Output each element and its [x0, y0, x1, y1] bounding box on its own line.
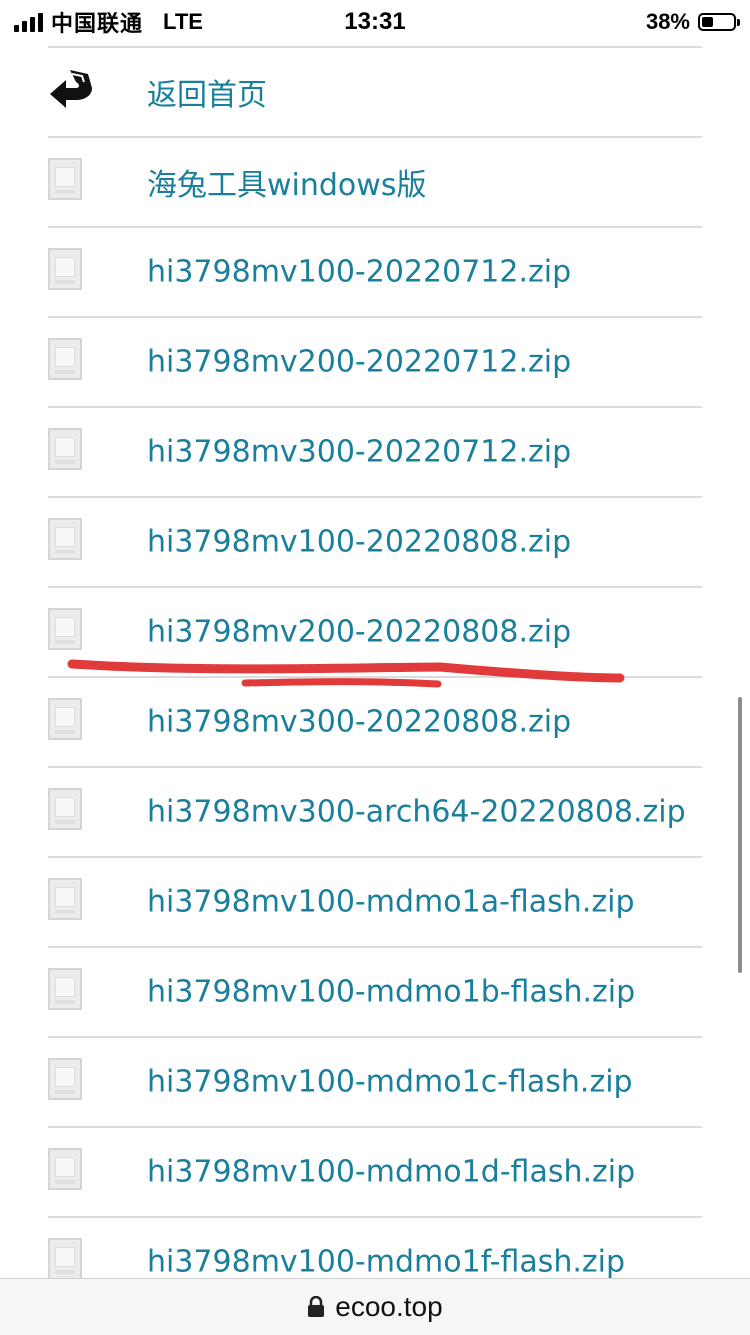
list-item[interactable]: hi3798mv100-20220808.zip: [48, 498, 702, 588]
file-icon: [48, 428, 84, 472]
file-icon: [48, 1238, 84, 1282]
file-icon: [48, 338, 84, 382]
battery-fill: [702, 17, 713, 27]
file-icon: [48, 878, 84, 922]
clock: 13:31: [344, 8, 406, 35]
item-link[interactable]: hi3798mv200-20220712.zip: [147, 345, 571, 380]
list-item[interactable]: hi3798mv100-mdmo1a-flash.zip: [48, 858, 702, 948]
file-icon: [48, 698, 84, 742]
item-link[interactable]: hi3798mv300-20220808.zip: [147, 705, 571, 740]
item-link[interactable]: hi3798mv300-20220712.zip: [147, 435, 571, 470]
list-item[interactable]: hi3798mv100-mdmo1c-flash.zip: [48, 1038, 702, 1128]
list-item[interactable]: hi3798mv300-arch64-20220808.zip: [48, 768, 702, 858]
file-icon: [48, 518, 84, 562]
url-domain: ecoo.top: [335, 1291, 443, 1322]
back-arrow-icon: [48, 66, 96, 110]
item-link[interactable]: hi3798mv300-arch64-20220808.zip: [147, 795, 686, 830]
list-item[interactable]: hi3798mv200-20220712.zip: [48, 318, 702, 408]
item-link[interactable]: hi3798mv100-mdmo1c-flash.zip: [147, 1065, 633, 1100]
item-link[interactable]: hi3798mv100-20220712.zip: [147, 255, 571, 290]
battery-percent: 38%: [645, 9, 690, 34]
list-item[interactable]: 海兔工具windows版: [48, 138, 702, 228]
list-item[interactable]: hi3798mv100-mdmo1d-flash.zip: [48, 1128, 702, 1218]
item-link[interactable]: hi3798mv100-mdmo1f-flash.zip: [147, 1245, 625, 1280]
file-icon: [48, 608, 84, 652]
status-bar: 中国联通 LTE 13:31 38%: [0, 0, 750, 44]
list-item[interactable]: hi3798mv100-20220712.zip: [48, 228, 702, 318]
file-icon: [48, 248, 84, 292]
item-link[interactable]: hi3798mv100-mdmo1b-flash.zip: [147, 975, 635, 1010]
file-icon: [48, 968, 84, 1012]
item-link[interactable]: 海兔工具windows版: [147, 160, 426, 204]
back-home-row[interactable]: 返回首页: [48, 48, 702, 138]
list-item[interactable]: hi3798mv300-20220712.zip: [48, 408, 702, 498]
file-icon: [48, 1148, 84, 1192]
file-icon: [48, 1058, 84, 1102]
url-bar[interactable]: ecoo.top: [0, 1278, 750, 1335]
list-item[interactable]: hi3798mv300-20220808.zip: [48, 678, 702, 768]
item-link[interactable]: hi3798mv100-20220808.zip: [147, 525, 571, 560]
battery-icon: [698, 13, 740, 31]
scrollbar[interactable]: [738, 697, 742, 973]
list-item[interactable]: hi3798mv200-20220808.zip: [48, 588, 702, 678]
item-link[interactable]: hi3798mv100-mdmo1a-flash.zip: [147, 885, 635, 920]
lock-icon: [308, 1296, 325, 1317]
item-link[interactable]: 返回首页: [147, 70, 267, 114]
directory-list: 返回首页海兔工具windows版 hi3798mv100-20220712.zip…: [48, 46, 702, 1308]
item-link[interactable]: hi3798mv200-20220808.zip: [147, 615, 571, 650]
file-icon: [48, 158, 84, 202]
status-right: 38%: [645, 8, 740, 36]
list-item[interactable]: hi3798mv100-mdmo1b-flash.zip: [48, 948, 702, 1038]
file-icon: [48, 788, 84, 832]
battery-nub: [737, 19, 740, 26]
item-link[interactable]: hi3798mv100-mdmo1d-flash.zip: [147, 1155, 635, 1190]
